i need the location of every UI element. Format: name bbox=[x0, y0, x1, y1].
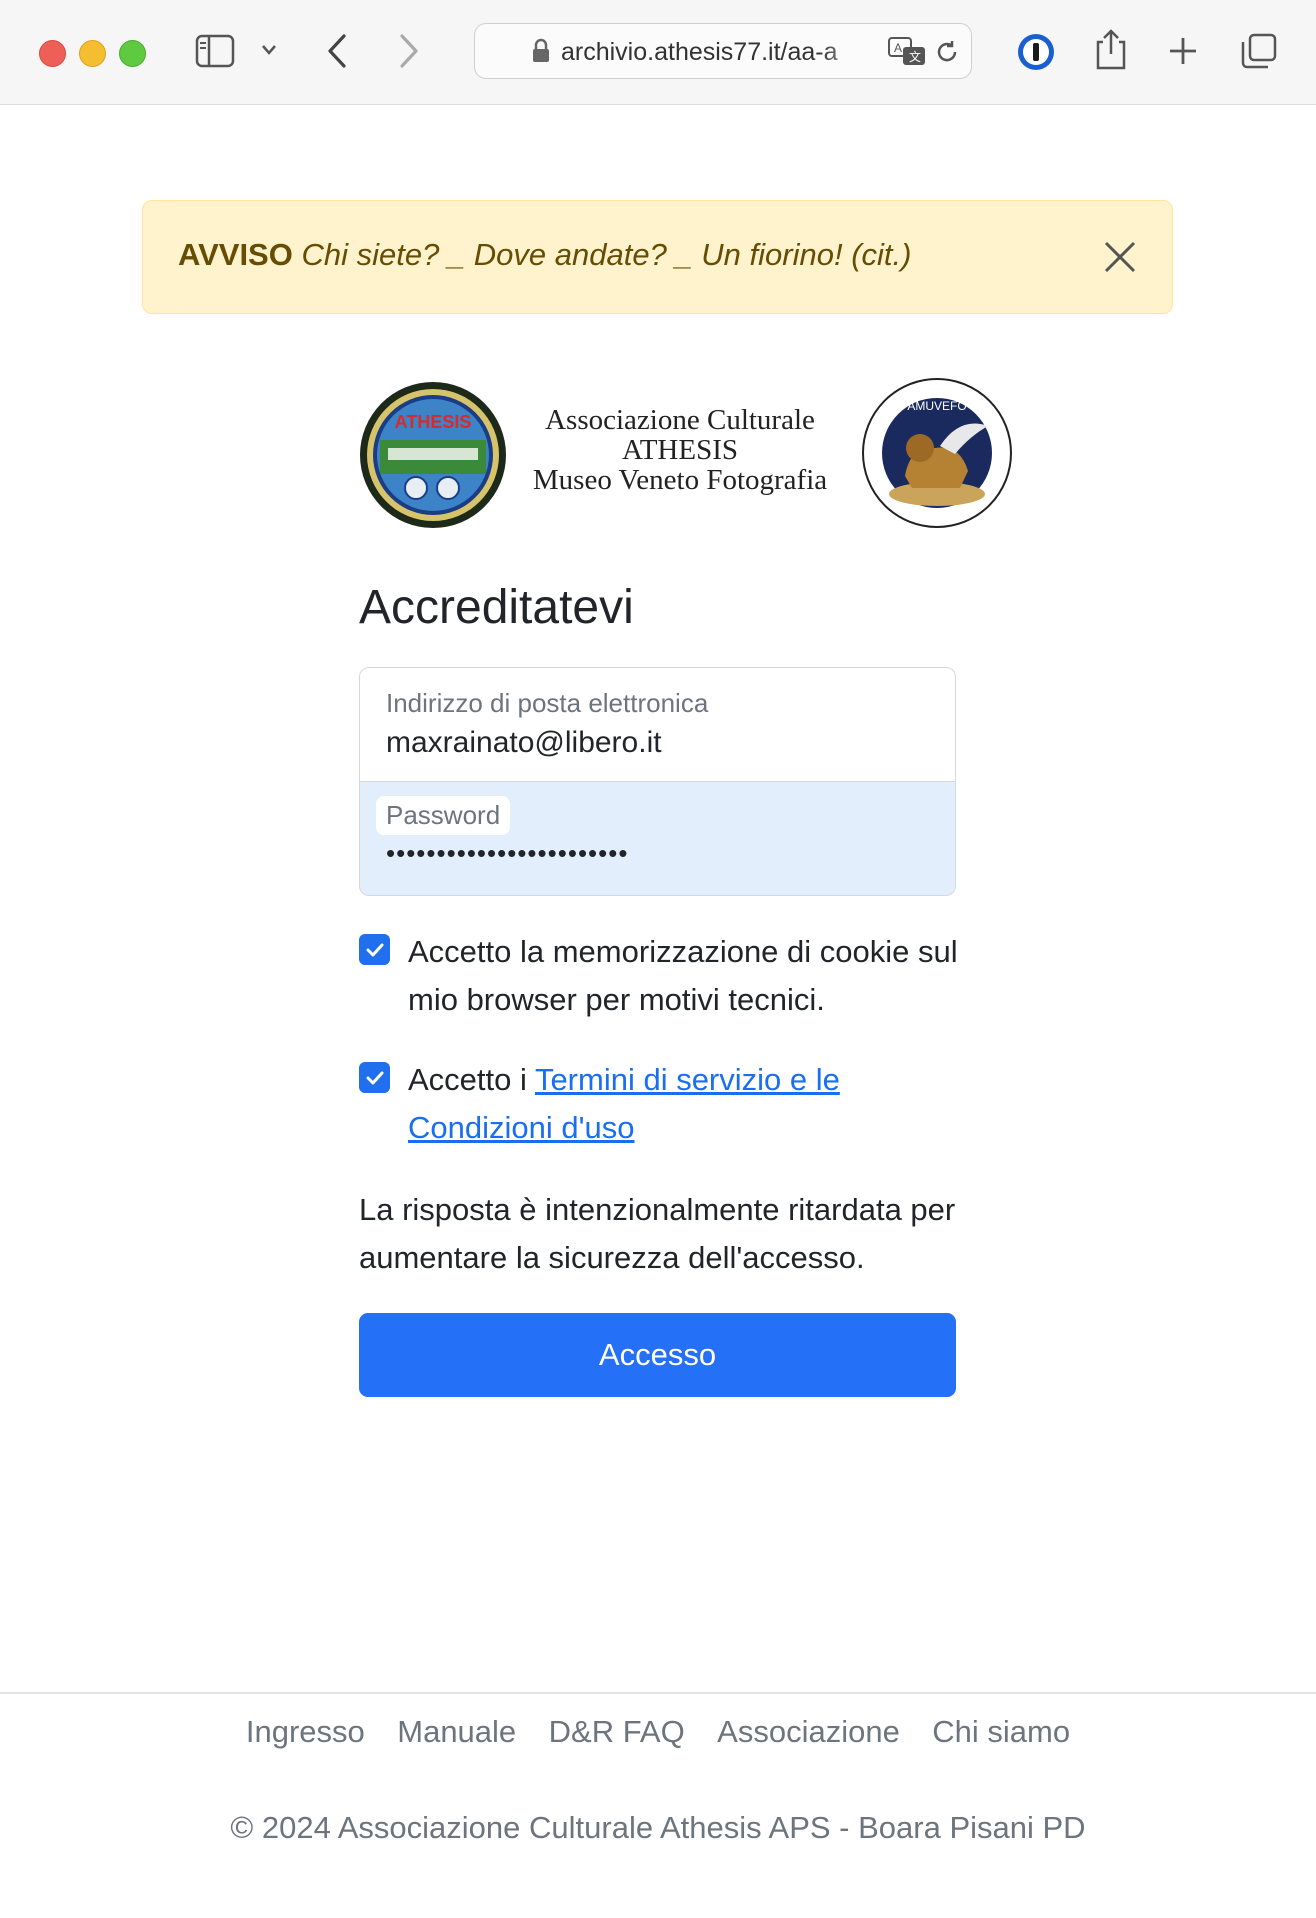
reload-icon[interactable] bbox=[933, 38, 961, 66]
footer-link-faq[interactable]: D&R FAQ bbox=[549, 1714, 685, 1750]
sidebar-icon[interactable] bbox=[195, 34, 235, 68]
alert-label: AVVISO bbox=[178, 237, 293, 272]
footer-link-associazione[interactable]: Associazione bbox=[717, 1714, 900, 1750]
checkmark-icon bbox=[366, 1071, 383, 1084]
zoom-window-button[interactable] bbox=[119, 40, 146, 67]
logo-line-3: Museo Veneto Fotografia bbox=[532, 464, 828, 496]
svg-text:ATHESIS: ATHESIS bbox=[395, 412, 472, 432]
minimize-window-button[interactable] bbox=[79, 40, 106, 67]
password-label: Password bbox=[376, 796, 511, 835]
alert-text: AVVISO Chi siete? _ Dove andate? _ Un fi… bbox=[178, 237, 911, 273]
email-label: Indirizzo di posta elettronica bbox=[386, 688, 709, 718]
page-title: Accreditatevi bbox=[359, 581, 634, 634]
share-icon[interactable] bbox=[1094, 28, 1128, 72]
translate-icon[interactable]: A 文 bbox=[887, 36, 927, 68]
new-tab-icon[interactable] bbox=[1167, 35, 1199, 67]
browser-toolbar: archivio.athesis77.it/aa-a A 文 bbox=[0, 0, 1316, 105]
footer-link-ingresso[interactable]: Ingresso bbox=[246, 1714, 365, 1750]
tabs-overview-icon[interactable] bbox=[1240, 32, 1278, 70]
address-bar[interactable]: archivio.athesis77.it/aa-a A 文 bbox=[474, 23, 972, 79]
terms-label: Accetto i Termini di servizio e le Condi… bbox=[408, 1056, 968, 1152]
close-window-button[interactable] bbox=[39, 40, 66, 67]
cookie-consent-row: Accetto la memorizzazione di cookie sul … bbox=[359, 928, 979, 1028]
alert-message: Chi siete? _ Dove andate? _ Un fiorino! … bbox=[301, 237, 912, 272]
login-button[interactable]: Accesso bbox=[359, 1313, 956, 1397]
terms-checkbox[interactable] bbox=[359, 1062, 390, 1093]
amuvefo-seal-logo: AMUVEFO bbox=[862, 378, 1012, 528]
checkmark-icon bbox=[366, 943, 383, 956]
seal-text: AMUVEFO bbox=[907, 399, 966, 413]
logo-line-1: Associazione Culturale bbox=[545, 404, 815, 436]
password-field[interactable]: Password •••••••••••••••••••••••• bbox=[359, 781, 956, 896]
svg-text:A: A bbox=[894, 41, 902, 55]
delay-notice: La risposta è intenzionalmente ritardata… bbox=[359, 1192, 956, 1275]
logo-line-2: ATHESIS bbox=[621, 434, 738, 466]
back-icon[interactable] bbox=[326, 33, 348, 69]
forward-icon[interactable] bbox=[398, 33, 420, 69]
footer-divider bbox=[0, 1692, 1316, 1694]
cookie-checkbox[interactable] bbox=[359, 934, 390, 965]
close-icon[interactable] bbox=[1100, 237, 1140, 277]
footer-nav: Ingresso Manuale D&R FAQ Associazione Ch… bbox=[0, 1714, 1316, 1750]
password-manager-icon[interactable] bbox=[1016, 32, 1056, 72]
password-input[interactable]: •••••••••••••••••••••••• bbox=[386, 838, 628, 869]
notice-alert: AVVISO Chi siete? _ Dove andate? _ Un fi… bbox=[142, 200, 1173, 314]
footer-link-manuale[interactable]: Manuale bbox=[397, 1714, 516, 1750]
chevron-down-icon[interactable] bbox=[261, 43, 277, 57]
cookie-label: Accetto la memorizzazione di cookie sul … bbox=[408, 934, 958, 1017]
email-field[interactable]: Indirizzo di posta elettronica maxrainat… bbox=[359, 667, 956, 782]
terms-consent-row: Accetto i Termini di servizio e le Condi… bbox=[359, 1056, 979, 1156]
association-name: Associazione Culturale ATHESIS Museo Ven… bbox=[520, 405, 840, 495]
athesis-badge-logo: ATHESIS bbox=[360, 382, 506, 528]
lock-icon bbox=[533, 38, 549, 62]
terms-prefix: Accetto i bbox=[408, 1062, 535, 1097]
svg-text:文: 文 bbox=[909, 49, 921, 64]
url-text: archivio.athesis77.it/aa-a bbox=[561, 38, 838, 66]
copyright: © 2024 Associazione Culturale Athesis AP… bbox=[230, 1810, 1086, 1845]
email-input[interactable]: maxrainato@libero.it bbox=[386, 726, 662, 760]
footer-link-chi-siamo[interactable]: Chi siamo bbox=[932, 1714, 1070, 1750]
